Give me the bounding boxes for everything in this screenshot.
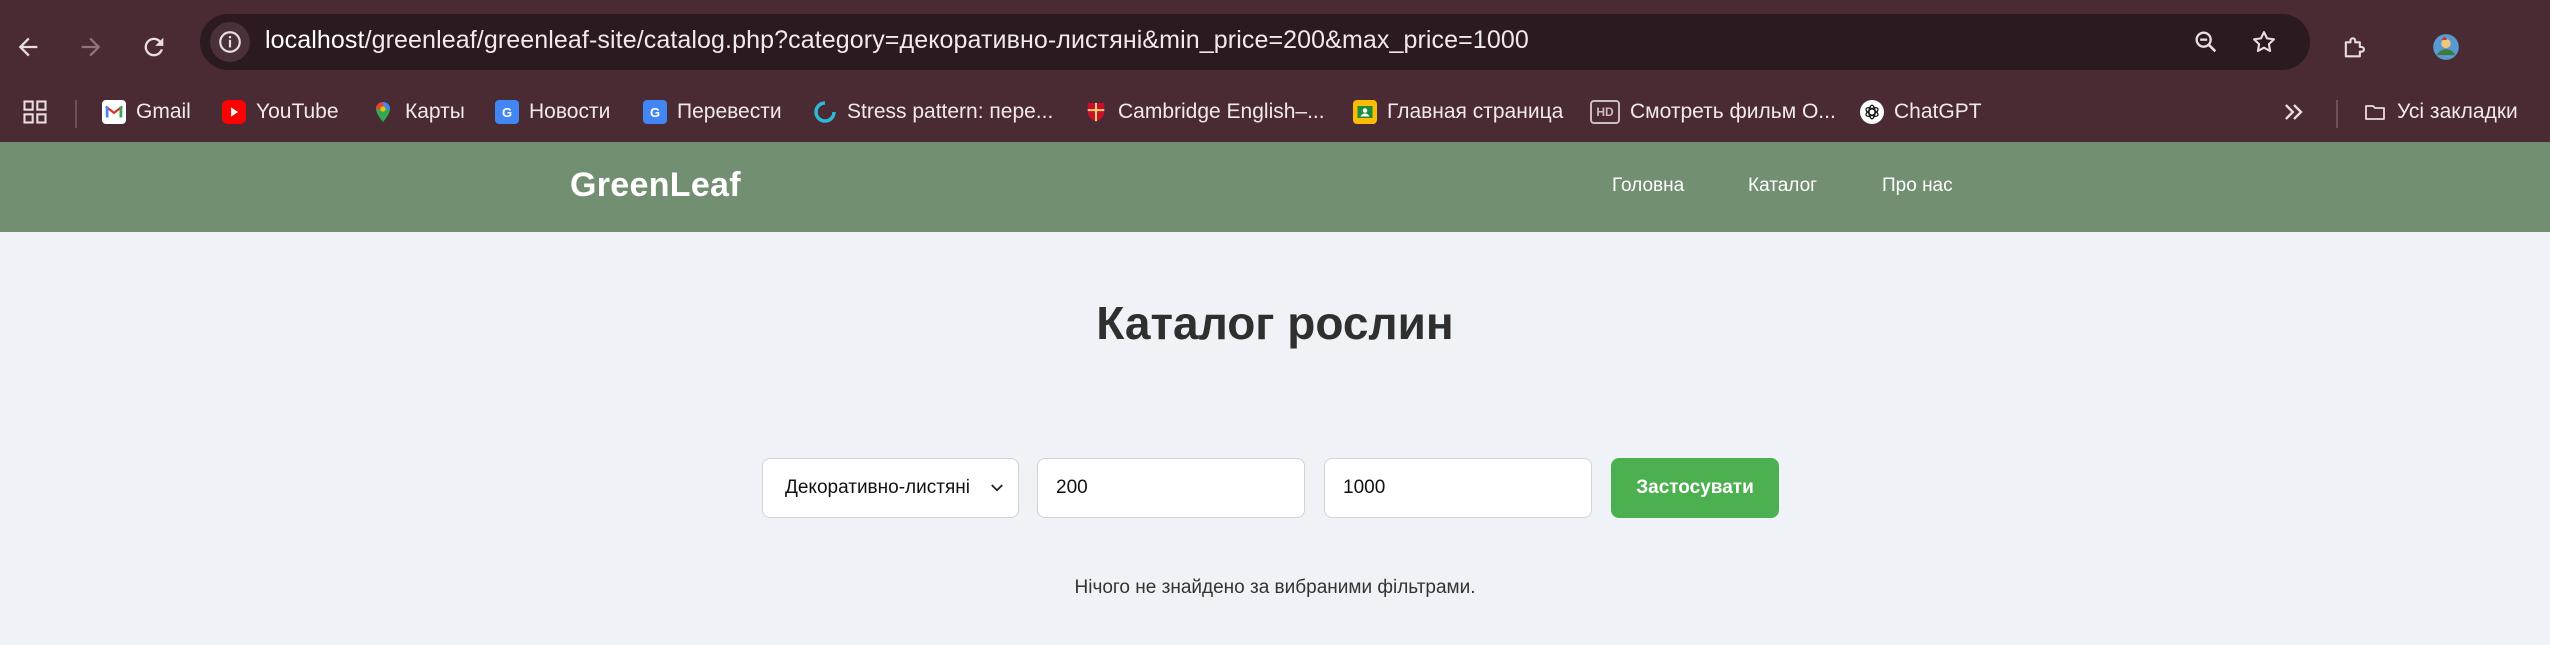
bookmark-label: Главная страница	[1387, 100, 1564, 123]
stress-pattern-icon	[813, 100, 837, 124]
folder-icon	[2363, 100, 2387, 124]
chatgpt-icon	[1860, 100, 1884, 124]
back-button[interactable]	[6, 25, 50, 69]
bookmark-youtube[interactable]: YouTube	[222, 96, 339, 128]
bookmark-label: Новости	[529, 100, 611, 123]
category-selected-value: Декоративно-листяні	[785, 477, 970, 498]
cambridge-icon	[1084, 100, 1108, 124]
apply-filters-button[interactable]: Застосувати	[1611, 458, 1779, 518]
bookmark-label: ChatGPT	[1894, 100, 1982, 123]
bookmark-star-icon[interactable]	[2248, 26, 2280, 58]
news-icon: G	[495, 100, 519, 124]
youtube-icon	[222, 100, 246, 124]
site-header: GreenLeaf Головна Каталог Про нас	[0, 142, 2550, 232]
forward-button[interactable]	[69, 25, 113, 69]
bookmark-classroom[interactable]: Главная страница	[1353, 96, 1563, 128]
address-bar[interactable]: localhost/greenleaf/greenleaf-site/catal…	[200, 14, 2310, 70]
bookmark-translate[interactable]: G Перевести	[643, 96, 782, 128]
site-logo[interactable]: GreenLeaf	[570, 166, 741, 205]
avatar-icon	[2433, 34, 2459, 60]
reload-icon	[144, 37, 164, 57]
all-bookmarks[interactable]: Усі закладки	[2363, 96, 2518, 128]
all-bookmarks-label: Усі закладки	[2397, 100, 2518, 123]
bookmark-label: Смотреть фильм О...	[1630, 100, 1836, 123]
bookmark-label: Карты	[405, 100, 465, 123]
nav-about[interactable]: Про нас	[1882, 175, 1953, 197]
chevron-down-icon	[991, 484, 1003, 492]
bookmark-maps[interactable]: Карты	[371, 96, 465, 128]
browser-toolbar: localhost/greenleaf/greenleaf-site/catal…	[0, 12, 2550, 82]
bookmark-label: Перевести	[677, 100, 782, 123]
bookmark-gmail[interactable]: Gmail	[102, 96, 191, 128]
max-price-input[interactable]	[1324, 458, 1592, 518]
bookmark-chatgpt[interactable]: ChatGPT	[1860, 96, 1982, 128]
bookmark-label: Cambridge English–...	[1118, 100, 1325, 123]
bookmarks-bar: Gmail YouTube Карты G Новости G Перевест…	[0, 82, 2550, 142]
bookmark-separator	[75, 100, 77, 128]
bookmark-news[interactable]: G Новости	[495, 96, 610, 128]
bookmark-label: Stress pattern: пере...	[847, 100, 1054, 123]
empty-results-message: Нічого не знайдено за вибраними фільтрам…	[1074, 577, 1476, 598]
double-chevron-right-icon	[2285, 104, 2303, 120]
profile-avatar[interactable]	[2424, 25, 2468, 69]
bookmark-cambridge[interactable]: Cambridge English–...	[1084, 96, 1325, 128]
zoom-icon[interactable]	[2190, 26, 2222, 58]
bookmark-separator	[2336, 100, 2338, 128]
arrow-left-icon	[18, 37, 38, 57]
classroom-icon	[1353, 100, 1377, 124]
site-info-icon[interactable]	[210, 22, 250, 62]
translate-icon: G	[643, 100, 667, 124]
bookmark-stress-pattern[interactable]: Stress pattern: пере...	[813, 96, 1053, 128]
nav-home[interactable]: Головна	[1612, 175, 1684, 197]
tab-strip	[0, 0, 2550, 12]
category-select[interactable]: Декоративно-листяні	[762, 458, 1019, 518]
apps-button[interactable]	[13, 90, 57, 134]
bookmark-film[interactable]: HD Смотреть фильм О...	[1590, 96, 1836, 128]
maps-icon	[371, 100, 395, 124]
bookmark-label: Gmail	[136, 100, 191, 123]
page-title: Каталог рослин	[1096, 297, 1454, 349]
more-bookmarks-button[interactable]	[2272, 90, 2316, 134]
extensions-button[interactable]	[2332, 25, 2376, 69]
nav-catalog[interactable]: Каталог	[1748, 175, 1817, 197]
arrow-right-icon	[81, 37, 101, 57]
url-text[interactable]: localhost/greenleaf/greenleaf-site/catal…	[265, 26, 1529, 55]
puzzle-icon	[2344, 37, 2365, 58]
url-host: localhost	[265, 26, 365, 54]
hd-icon: HD	[1590, 100, 1620, 124]
reload-button[interactable]	[132, 25, 176, 69]
url-path: /greenleaf/greenleaf-site/catalog.php?ca…	[364, 26, 1529, 54]
min-price-input[interactable]	[1037, 458, 1305, 518]
apps-grid-icon	[23, 100, 47, 124]
gmail-icon	[102, 100, 126, 124]
bookmark-label: YouTube	[256, 100, 339, 123]
